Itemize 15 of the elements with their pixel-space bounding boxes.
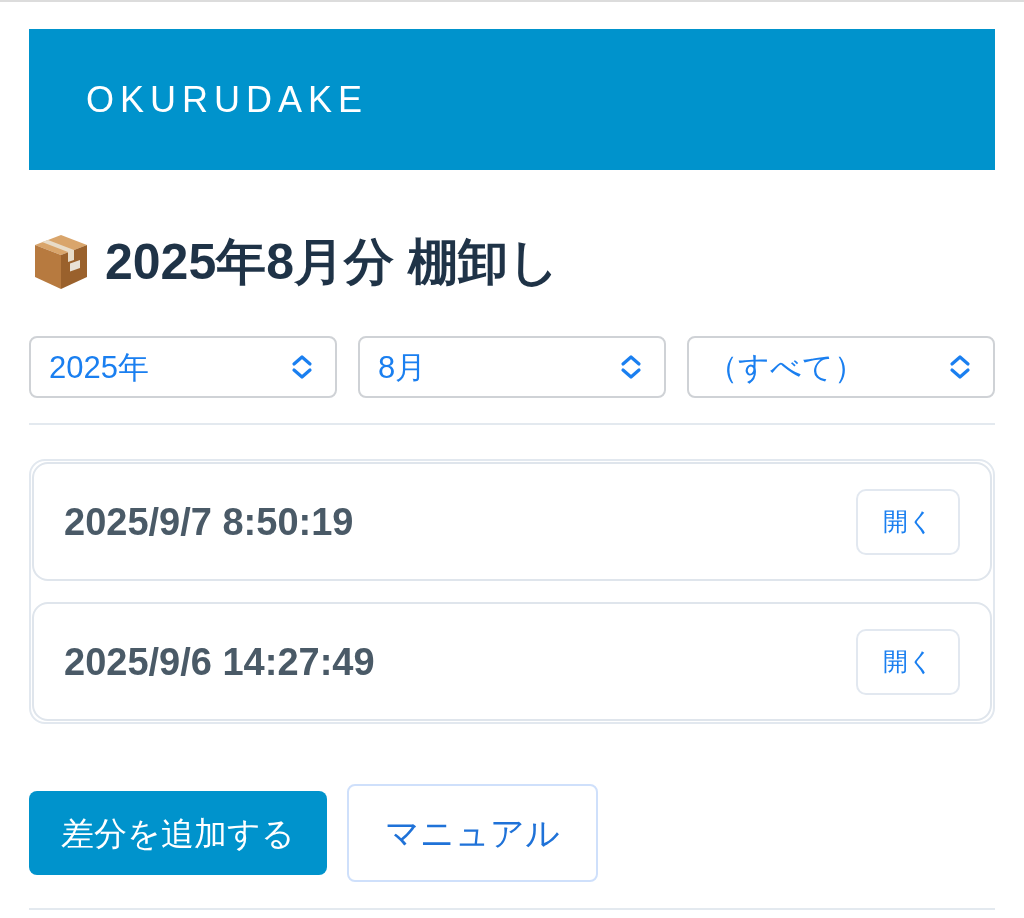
timestamp-text: 2025/9/7 8:50:19	[64, 502, 354, 541]
logo-text: OKURUDAKE	[86, 81, 369, 118]
manual-button[interactable]: マニュアル	[347, 784, 598, 882]
chevron-up-down-icon	[620, 354, 642, 380]
dropdown[interactable]: 8月	[358, 336, 666, 398]
chevron-up-down-icon	[291, 354, 313, 380]
timestamp-text: 2025/9/6 14:27:49	[64, 642, 375, 681]
page-title: 2025年8月分 棚卸し	[105, 237, 559, 287]
open-button[interactable]: 開く	[856, 628, 960, 695]
open-button[interactable]: 開く	[856, 488, 960, 555]
add-button[interactable]: 差分を追加する	[29, 791, 327, 875]
package-icon	[33, 233, 89, 291]
dropdown[interactable]: 2025年	[29, 336, 337, 398]
dropdown[interactable]: （すべて）	[687, 336, 995, 398]
chevron-up-down-icon	[949, 354, 971, 380]
